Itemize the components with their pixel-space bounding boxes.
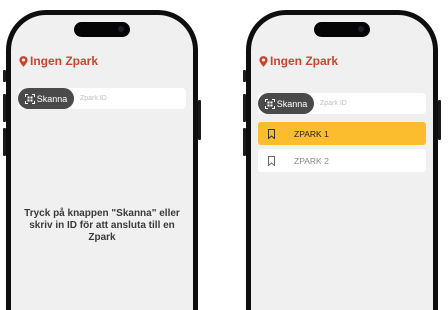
scan-button-label: Skanna bbox=[36, 93, 68, 104]
bookmark-icon bbox=[268, 155, 275, 166]
page-title-text: Ingen Zpark bbox=[30, 54, 99, 68]
volume-down-button bbox=[3, 128, 6, 156]
search-bar: Skanna bbox=[258, 93, 426, 114]
volume-up-button bbox=[3, 94, 6, 122]
scan-button-label: Skanna bbox=[276, 98, 308, 109]
side-button bbox=[243, 70, 246, 82]
qr-scan-icon bbox=[264, 98, 275, 109]
bookmark-icon bbox=[268, 128, 275, 139]
page-title: Ingen Zpark bbox=[259, 54, 338, 68]
side-button bbox=[3, 70, 6, 82]
list-item-zpark-2[interactable]: ZPARK 2 bbox=[258, 149, 426, 172]
zpark-id-input[interactable] bbox=[80, 88, 182, 109]
dynamic-island bbox=[74, 22, 130, 37]
list-item-zpark-1[interactable]: ZPARK 1 bbox=[258, 122, 426, 145]
scan-button[interactable]: Skanna bbox=[18, 88, 74, 109]
power-button bbox=[438, 100, 441, 140]
search-bar: Skanna bbox=[18, 88, 186, 109]
zpark-list: ZPARK 1 ZPARK 2 bbox=[258, 122, 426, 176]
phone-frame-left: Ingen Zpark Skanna Tryck på knappen "Ska… bbox=[3, 10, 201, 310]
page-title-text: Ingen Zpark bbox=[270, 54, 339, 68]
volume-down-button bbox=[243, 128, 246, 156]
location-pin-icon bbox=[259, 55, 268, 67]
phone-frame-right: Ingen Zpark Skanna ZPARK 1 bbox=[243, 10, 441, 310]
phone-screen: Ingen Zpark Skanna Tryck på knappen "Ska… bbox=[11, 15, 193, 310]
volume-up-button bbox=[243, 94, 246, 122]
location-pin-icon bbox=[19, 55, 28, 67]
instruction-message: Tryck på knappen "Skanna" eller skriv in… bbox=[24, 208, 180, 243]
dynamic-island bbox=[314, 22, 370, 37]
page-title: Ingen Zpark bbox=[19, 54, 98, 68]
zpark-id-input[interactable] bbox=[320, 93, 422, 114]
scan-button[interactable]: Skanna bbox=[258, 93, 314, 114]
qr-scan-icon bbox=[24, 93, 35, 104]
phone-screen: Ingen Zpark Skanna ZPARK 1 bbox=[251, 15, 433, 310]
power-button bbox=[198, 100, 201, 140]
list-item-label: ZPARK 1 bbox=[294, 128, 329, 139]
list-item-label: ZPARK 2 bbox=[294, 155, 329, 166]
